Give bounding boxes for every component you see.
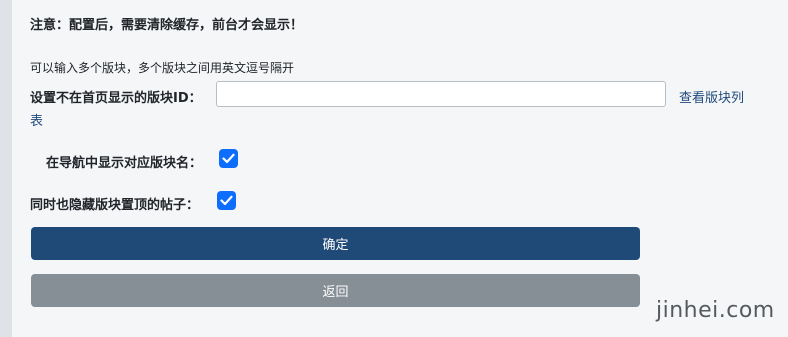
- blocks-hint: 可以输入多个版块，多个版块之间用英文逗号隔开: [30, 61, 295, 75]
- back-button[interactable]: 返回: [31, 274, 640, 307]
- nav-show-checkbox[interactable]: [219, 149, 238, 168]
- check-icon: [222, 153, 235, 164]
- view-block-list-link[interactable]: 查看版块列: [679, 87, 744, 106]
- blocks-id-input[interactable]: [216, 81, 666, 107]
- view-block-list-link-continued[interactable]: 表: [30, 110, 43, 129]
- hide-sticky-checkbox[interactable]: [217, 191, 236, 210]
- watermark-text: jinhei.com: [656, 298, 775, 323]
- confirm-button[interactable]: 确定: [31, 227, 640, 260]
- left-rail: [0, 0, 12, 337]
- config-notice: 注意：配置后，需要清除缓存，前台才会显示！: [30, 18, 304, 33]
- check-icon: [220, 195, 233, 206]
- nav-show-label: 在导航中显示对应版块名：: [46, 156, 203, 171]
- blocks-label: 设置不在首页显示的版块ID：: [30, 91, 202, 106]
- hide-sticky-label: 同时也隐藏版块置顶的帖子：: [30, 198, 200, 213]
